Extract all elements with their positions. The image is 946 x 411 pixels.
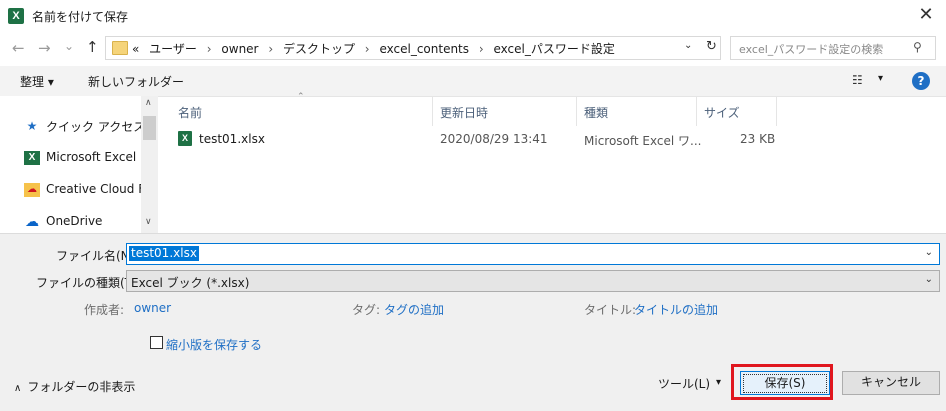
chevron-up-icon: ∧ — [14, 383, 22, 394]
title-bar — [0, 0, 946, 32]
breadcrumb-separator[interactable]: › — [268, 42, 273, 56]
column-divider[interactable] — [776, 96, 777, 126]
author-value[interactable]: owner — [134, 301, 171, 315]
chevron-down-icon[interactable]: ⌄ — [925, 274, 933, 285]
hide-folders-label: フォルダーの非表示 — [27, 380, 136, 394]
chevron-down-icon[interactable]: ▾ — [716, 377, 721, 388]
search-input[interactable]: excel_パスワード設定の検索 ⚲ — [730, 36, 936, 60]
hide-folders-button[interactable]: ∧ フォルダーの非表示 — [14, 378, 135, 395]
save-thumbnail-label[interactable]: 縮小版を保存する — [166, 336, 262, 353]
breadcrumb-item[interactable]: owner — [221, 42, 258, 56]
help-icon[interactable]: ? — [912, 72, 930, 90]
command-bar: 整理 ▾ 新しいフォルダー ☷ ▾ ? — [0, 66, 946, 97]
nav-item-label: Microsoft Excel — [46, 150, 137, 164]
column-header-type[interactable]: 種類 — [584, 104, 608, 121]
breadcrumb-item[interactable]: excel_contents — [379, 42, 469, 56]
chevron-down-icon[interactable]: ⌄ — [925, 247, 933, 258]
scroll-up-icon[interactable]: ∧ — [145, 98, 152, 108]
chevron-down-icon[interactable]: ⌄ — [684, 40, 692, 51]
breadcrumb-separator[interactable]: › — [365, 42, 370, 56]
title-meta-input[interactable]: タイトルの追加 — [634, 301, 718, 318]
nav-scrollbar[interactable]: ∧ ∨ — [141, 96, 158, 233]
window-title: 名前を付けて保存 — [32, 10, 129, 24]
breadcrumb-item[interactable]: excel_パスワード設定 — [493, 42, 614, 56]
navigation-pane: ★ クイック アクセス X Microsoft Excel ☁ Creative… — [0, 96, 158, 233]
save-thumbnail-checkbox[interactable] — [150, 336, 163, 349]
breadcrumb: « ユーザー › owner › デスクトップ › excel_contents… — [132, 40, 621, 57]
breadcrumb-separator[interactable]: › — [207, 42, 212, 56]
recent-locations-icon[interactable]: ⌄ — [64, 38, 74, 54]
file-name: test01.xlsx — [199, 132, 265, 146]
close-icon: ✕ — [918, 4, 934, 25]
back-icon[interactable]: ← — [12, 40, 25, 56]
excel-file-icon: X — [178, 131, 192, 146]
nav-item-label: OneDrive — [46, 214, 103, 228]
forward-icon[interactable]: → — [38, 40, 51, 56]
scroll-down-icon[interactable]: ∨ — [145, 217, 152, 227]
creative-cloud-icon: ☁ — [24, 183, 40, 197]
table-row[interactable]: X test01.xlsx 2020/08/29 13:41 Microsoft… — [172, 128, 782, 150]
address-bar[interactable]: « ユーザー › owner › デスクトップ › excel_contents… — [105, 36, 721, 60]
search-placeholder: excel_パスワード設定の検索 — [739, 43, 884, 56]
filename-value: test01.xlsx — [129, 246, 199, 261]
breadcrumb-separator[interactable]: › — [479, 42, 484, 56]
column-divider[interactable] — [696, 96, 697, 126]
tools-button[interactable]: ツール(L) — [658, 375, 710, 392]
chevron-down-icon[interactable]: ▾ — [878, 73, 883, 84]
column-divider[interactable] — [576, 96, 577, 126]
column-header-name[interactable]: 名前 — [178, 104, 202, 121]
excel-icon: X — [24, 151, 40, 165]
nav-item-label: クイック アクセス — [46, 120, 146, 134]
folder-icon — [112, 41, 128, 55]
organize-button[interactable]: 整理 ▾ — [20, 73, 54, 90]
up-folder-icon[interactable]: ↑ — [86, 39, 99, 55]
filetype-value: Excel ブック (*.xlsx) — [131, 276, 250, 290]
tags-input[interactable]: タグの追加 — [384, 301, 444, 318]
scrollbar-thumb[interactable] — [143, 116, 156, 140]
breadcrumb-overflow[interactable]: « — [132, 42, 139, 56]
cancel-button[interactable]: キャンセル — [842, 371, 940, 395]
star-icon: ★ — [26, 119, 38, 133]
file-modified: 2020/08/29 13:41 — [440, 132, 548, 146]
onedrive-icon: ☁ — [25, 214, 39, 230]
view-options-icon[interactable]: ☷ — [852, 73, 863, 87]
search-icon[interactable]: ⚲ — [913, 40, 922, 54]
column-header-modified[interactable]: 更新日時 — [440, 104, 488, 121]
file-size: 23 KB — [740, 132, 776, 146]
new-folder-button[interactable]: 新しいフォルダー — [88, 73, 184, 90]
sort-ascending-icon: ⌃ — [297, 92, 305, 102]
highlight-annotation — [731, 364, 833, 400]
filetype-select[interactable]: Excel ブック (*.xlsx) ⌄ — [126, 270, 940, 292]
excel-icon: X — [8, 8, 24, 24]
refresh-icon[interactable]: ↻ — [706, 39, 717, 54]
file-type: Microsoft Excel ワ... — [584, 134, 702, 148]
author-label: 作成者: — [84, 303, 125, 317]
filename-input[interactable]: test01.xlsx ⌄ — [126, 243, 940, 265]
breadcrumb-item[interactable]: ユーザー — [149, 42, 197, 56]
column-header-size[interactable]: サイズ — [704, 104, 740, 121]
tags-label: タグ: — [352, 303, 381, 317]
breadcrumb-item[interactable]: デスクトップ — [283, 42, 355, 56]
close-button[interactable]: ✕ — [906, 0, 946, 32]
title-meta-label: タイトル: — [584, 303, 637, 317]
column-divider[interactable] — [432, 96, 433, 126]
